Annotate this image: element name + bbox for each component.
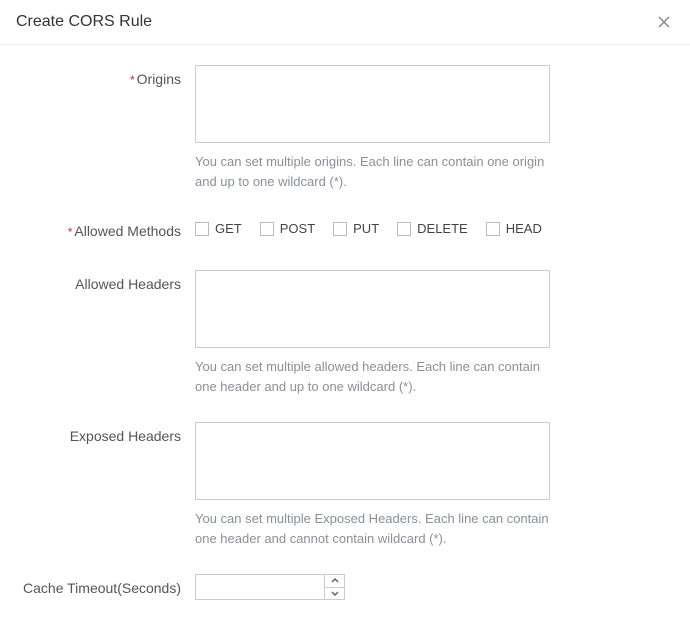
checkbox-box xyxy=(195,222,209,236)
spinner-up-button[interactable] xyxy=(325,575,344,588)
exposed-headers-label: Exposed Headers xyxy=(20,422,195,444)
checkbox-delete[interactable]: DELETE xyxy=(397,221,468,236)
checkbox-box xyxy=(397,222,411,236)
cache-timeout-spinner xyxy=(195,574,345,600)
allowed-methods-checkboxes: GET POST PUT DELETE xyxy=(195,217,640,236)
checkbox-label: DELETE xyxy=(417,221,468,236)
create-cors-rule-modal: Create CORS Rule *Origins You can set mu… xyxy=(0,0,690,638)
close-icon xyxy=(658,16,670,28)
exposed-headers-description: You can set multiple Exposed Headers. Ea… xyxy=(195,509,565,548)
chevron-down-icon xyxy=(331,591,339,596)
checkbox-label: HEAD xyxy=(506,221,542,236)
cache-timeout-input[interactable] xyxy=(196,575,324,599)
required-marker: * xyxy=(130,73,135,87)
chevron-up-icon xyxy=(331,578,339,583)
checkbox-label: GET xyxy=(215,221,242,236)
allowed-headers-description: You can set multiple allowed headers. Ea… xyxy=(195,357,565,396)
spinner-down-button[interactable] xyxy=(325,588,344,600)
allowed-methods-label: *Allowed Methods xyxy=(20,217,195,239)
close-button[interactable] xyxy=(654,12,674,32)
checkbox-box xyxy=(486,222,500,236)
cache-timeout-row: Cache Timeout(Seconds) xyxy=(20,574,640,600)
cache-timeout-label: Cache Timeout(Seconds) xyxy=(20,574,195,596)
checkbox-label: POST xyxy=(280,221,315,236)
origins-row: *Origins You can set multiple origins. E… xyxy=(20,65,640,209)
checkbox-box xyxy=(333,222,347,236)
spinner-buttons xyxy=(324,575,344,599)
checkbox-get[interactable]: GET xyxy=(195,221,242,236)
allowed-headers-textarea[interactable] xyxy=(195,270,550,348)
allowed-methods-row: *Allowed Methods GET POST PUT xyxy=(20,217,640,262)
origins-description: You can set multiple origins. Each line … xyxy=(195,152,565,191)
modal-title: Create CORS Rule xyxy=(16,13,152,31)
checkbox-head[interactable]: HEAD xyxy=(486,221,542,236)
exposed-headers-row: Exposed Headers You can set multiple Exp… xyxy=(20,422,640,566)
required-marker: * xyxy=(68,225,73,239)
checkbox-put[interactable]: PUT xyxy=(333,221,379,236)
checkbox-post[interactable]: POST xyxy=(260,221,315,236)
exposed-headers-textarea[interactable] xyxy=(195,422,550,500)
checkbox-box xyxy=(260,222,274,236)
checkbox-label: PUT xyxy=(353,221,379,236)
cors-form: *Origins You can set multiple origins. E… xyxy=(0,45,690,638)
allowed-headers-row: Allowed Headers You can set multiple all… xyxy=(20,270,640,414)
origins-label: *Origins xyxy=(20,65,195,87)
origins-textarea[interactable] xyxy=(195,65,550,143)
modal-header: Create CORS Rule xyxy=(0,0,690,45)
allowed-headers-label: Allowed Headers xyxy=(20,270,195,292)
